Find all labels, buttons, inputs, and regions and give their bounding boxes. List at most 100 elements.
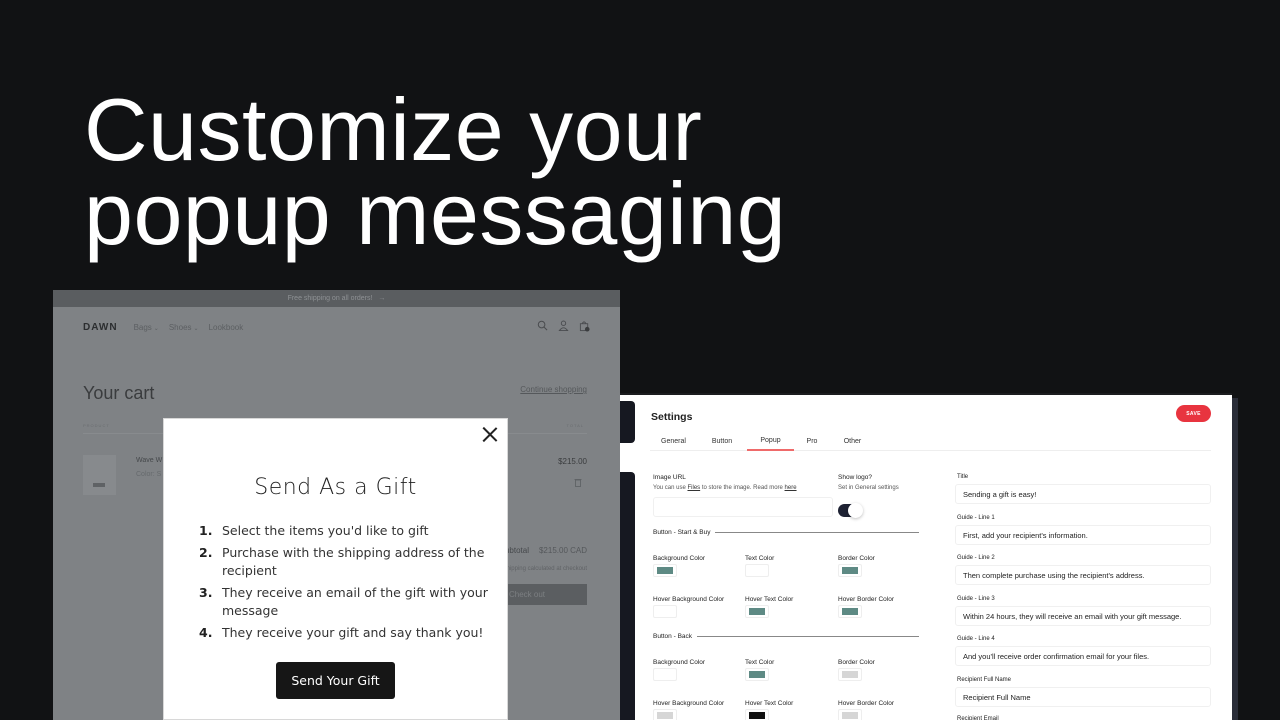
subtotal-amount: $215.00 CAD	[538, 546, 587, 555]
guide-line-4-input[interactable]: And you'll receive order confirmation em…	[955, 646, 1211, 666]
header-icons	[537, 320, 590, 335]
back-hover-text-color-swatch[interactable]	[745, 709, 769, 720]
show-logo-label: Show logo?	[838, 474, 872, 481]
checkout-button[interactable]: Check out	[505, 584, 587, 605]
start-background-color-swatch[interactable]	[653, 564, 677, 577]
files-link[interactable]: Files	[687, 485, 700, 491]
back-text-color-swatch[interactable]	[745, 668, 769, 681]
tab-button[interactable]: Button	[697, 431, 747, 451]
list-item: 1. Select the items you'd like to gift	[199, 522, 489, 540]
show-logo-toggle[interactable]	[838, 503, 863, 518]
account-icon[interactable]	[558, 320, 569, 335]
guide-line-3-label: Guide - Line 3	[957, 596, 995, 602]
search-icon[interactable]	[537, 320, 548, 335]
column-header-product: PRODUCT	[83, 423, 110, 428]
recipient-full-name-input[interactable]: Recipient Full Name	[955, 687, 1211, 707]
cart-title: Your cart	[83, 383, 155, 403]
color-label: Hover Text Color	[745, 596, 794, 603]
swatch-fill	[749, 712, 765, 719]
announcement-text: Free shipping on all orders!	[287, 295, 373, 302]
hero-title-line-2: popup messaging	[84, 164, 787, 263]
color-label: Border Color	[838, 555, 875, 562]
swatch-fill	[657, 608, 673, 615]
guide-line-3-input[interactable]: Within 24 hours, they will receive an em…	[955, 606, 1211, 626]
nav-label: Bags	[133, 322, 152, 332]
tab-general[interactable]: General	[650, 431, 697, 451]
trash-icon[interactable]	[574, 478, 582, 489]
chevron-down-icon: ⌄	[153, 325, 159, 332]
swatch-fill	[657, 671, 673, 678]
image-url-input[interactable]	[653, 497, 833, 517]
settings-panel: Settings SAVE General Button Popup Pro O…	[620, 393, 1232, 720]
tab-other[interactable]: Other	[830, 431, 875, 451]
color-label: Hover Background Color	[653, 700, 725, 707]
step-number: 2.	[199, 545, 213, 560]
announcement-bar[interactable]: Free shipping on all orders! →	[53, 290, 620, 307]
start-border-color-swatch[interactable]	[838, 564, 862, 577]
gift-steps-list: 1. Select the items you'd like to gift 2.…	[199, 522, 489, 646]
product-price: $215.00	[558, 457, 587, 466]
title-field-label: Title	[957, 474, 969, 480]
guide-line-4-label: Guide - Line 4	[957, 636, 995, 642]
store-logo[interactable]: DAWN	[83, 322, 118, 333]
tab-popup[interactable]: Popup	[747, 431, 794, 451]
column-header-total: TOTAL	[566, 423, 584, 428]
image-url-label: Image URL	[653, 474, 686, 481]
start-text-color-swatch[interactable]	[745, 564, 769, 577]
start-hover-border-color-swatch[interactable]	[838, 605, 862, 618]
gift-popup: Send As a Gift 1. Select the items you'd …	[163, 418, 508, 720]
product-thumbnail[interactable]	[83, 455, 116, 495]
image-url-help: You can use Files to store the image. Re…	[653, 485, 797, 491]
nav-item-bags[interactable]: Bags ⌄	[134, 323, 159, 332]
read-more-link[interactable]: here	[785, 485, 797, 491]
close-icon[interactable]	[481, 425, 499, 443]
continue-shopping-link[interactable]: Continue shopping	[520, 385, 587, 394]
back-hover-border-color-swatch[interactable]	[838, 709, 862, 720]
swatch-fill	[657, 567, 673, 574]
step-text: Select the items you'd like to gift	[222, 523, 429, 538]
list-item: 4. They receive your gift and say thank y…	[199, 624, 489, 642]
start-hover-text-color-swatch[interactable]	[745, 605, 769, 618]
guide-line-2-input[interactable]: Then complete purchase using the recipie…	[955, 565, 1211, 585]
guide-line-1-input[interactable]: First, add your recipient's information.	[955, 525, 1211, 545]
color-label: Hover Border Color	[838, 700, 894, 707]
panel-shadow	[1232, 398, 1238, 720]
color-label: Text Color	[745, 659, 775, 666]
nav-item-lookbook[interactable]: Lookbook	[209, 323, 244, 332]
help-text: to store the image. Read more	[700, 485, 785, 491]
section-divider	[697, 636, 920, 637]
send-gift-button[interactable]: Send Your Gift	[276, 662, 395, 699]
nav-label: Shoes	[168, 322, 192, 332]
nav-item-shoes[interactable]: Shoes ⌄	[169, 323, 199, 332]
back-hover-background-color-swatch[interactable]	[653, 709, 677, 720]
settings-title: Settings	[651, 411, 693, 423]
step-number: 4.	[199, 625, 213, 640]
color-label: Hover Border Color	[838, 596, 894, 603]
toggle-knob	[848, 503, 863, 518]
back-border-color-swatch[interactable]	[838, 668, 862, 681]
store-header: DAWN Bags ⌄ Shoes ⌄ Lookbook	[53, 307, 620, 347]
sidebar-edge	[620, 401, 635, 443]
list-item: 3. They receive an email of the gift with…	[199, 584, 489, 620]
tab-pro[interactable]: Pro	[794, 431, 830, 451]
swatch-fill	[749, 671, 765, 678]
save-button[interactable]: SAVE	[1176, 405, 1211, 422]
product-name[interactable]: Wave W	[136, 457, 162, 464]
back-background-color-swatch[interactable]	[653, 668, 677, 681]
start-hover-background-color-swatch[interactable]	[653, 605, 677, 618]
cart-icon[interactable]	[579, 320, 590, 335]
color-label: Text Color	[745, 555, 775, 562]
list-item: 2. Purchase with the shipping address of …	[199, 544, 489, 580]
popup-title: Send As a Gift	[254, 475, 417, 500]
guide-line-1-label: Guide - Line 1	[957, 515, 995, 521]
product-variant: Color: S	[136, 471, 162, 478]
step-number: 3.	[199, 585, 213, 600]
arrow-right-icon: →	[378, 295, 386, 302]
swatch-fill	[842, 671, 858, 678]
swatch-fill	[842, 567, 858, 574]
color-label: Background Color	[653, 555, 706, 562]
swatch-fill	[749, 608, 765, 615]
sidebar-edge	[620, 472, 635, 720]
title-input[interactable]: Sending a gift is easy!	[955, 484, 1211, 504]
hero-title: Customize your popup messaging	[84, 86, 787, 263]
